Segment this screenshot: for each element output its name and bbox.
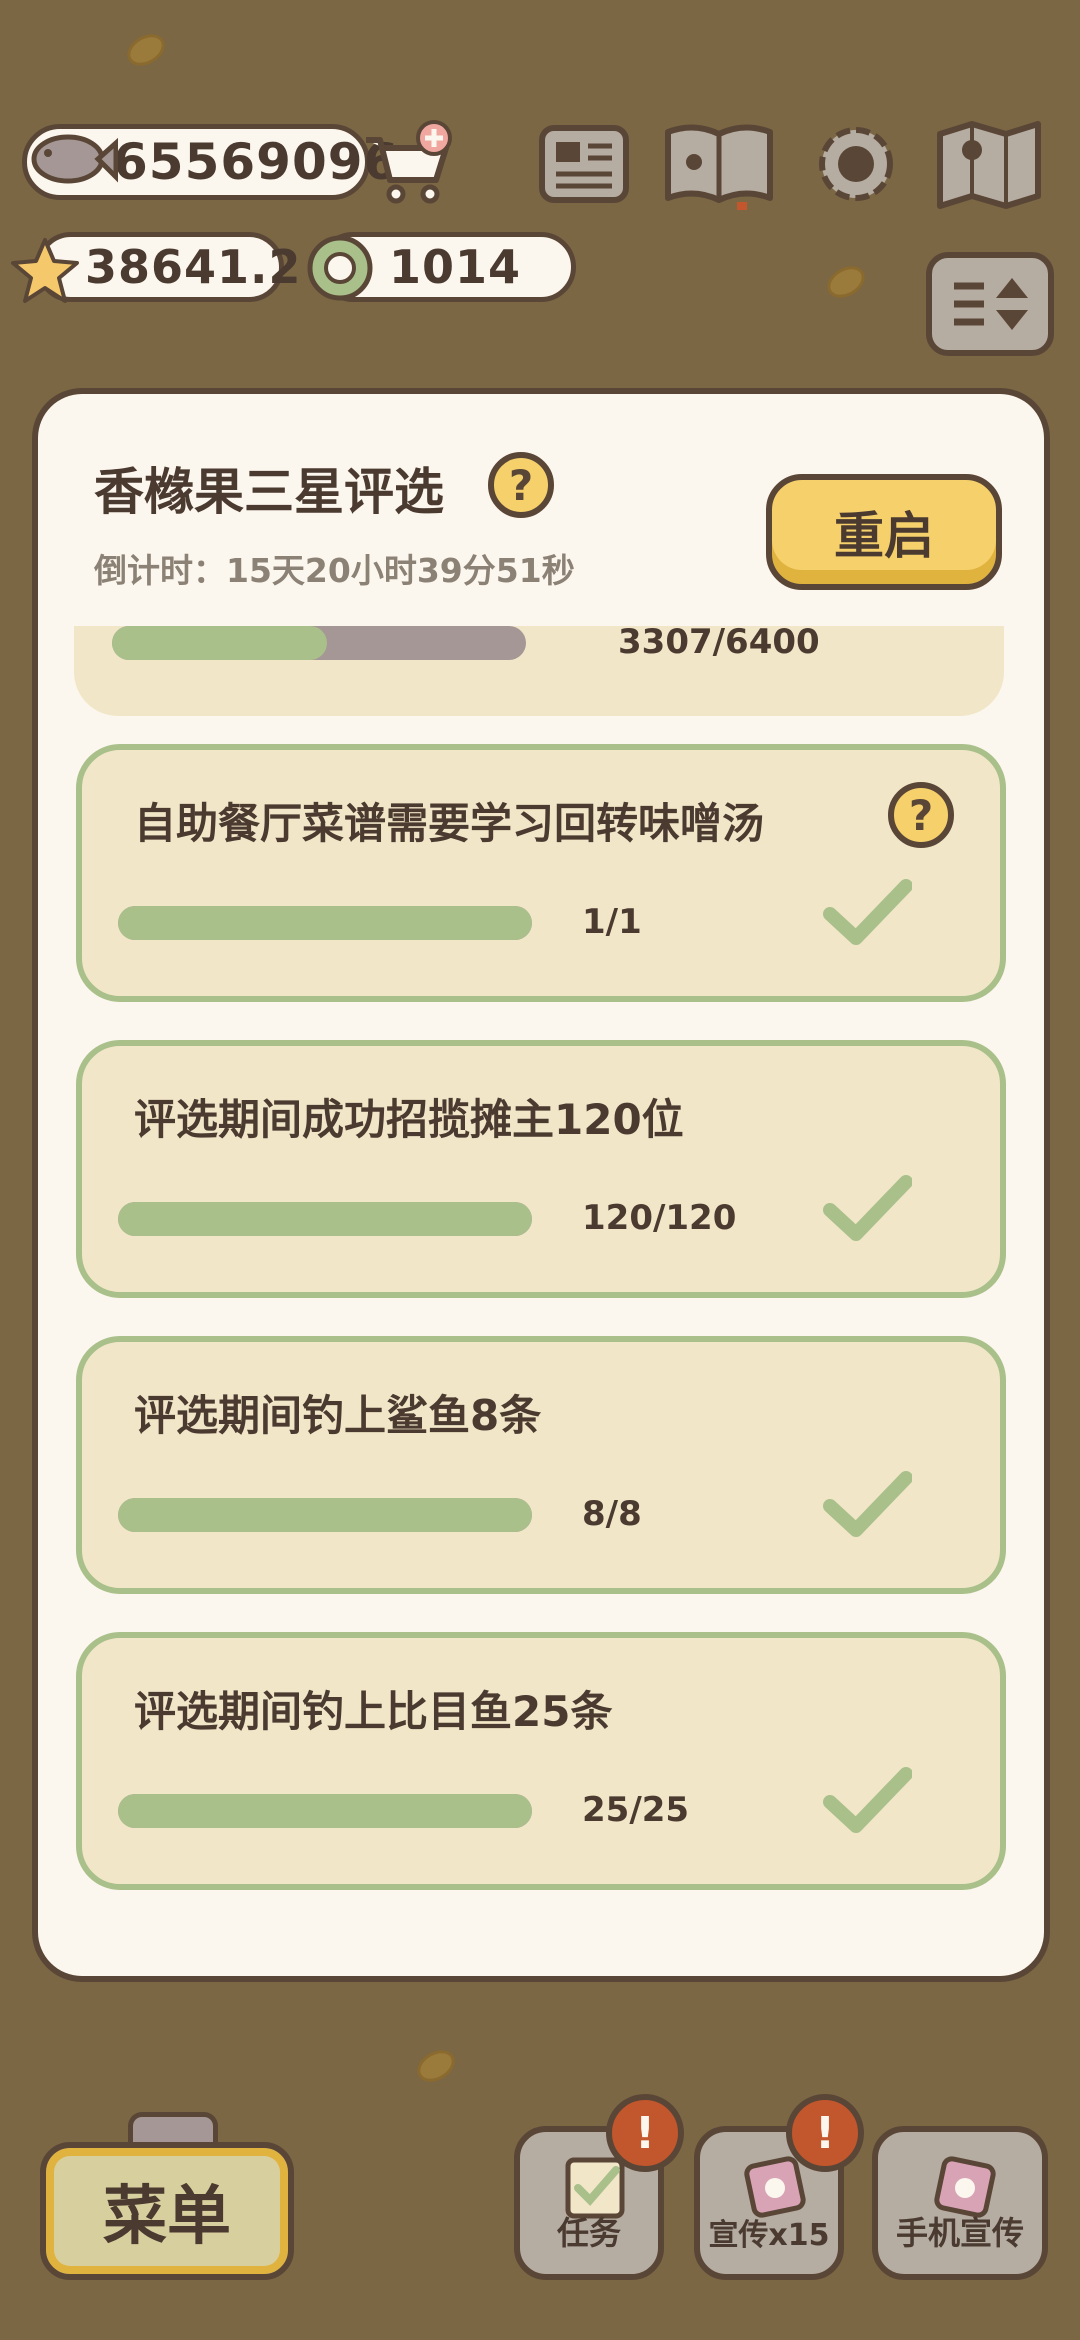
task-list[interactable]: 3307/6400 自助餐厅菜谱需要学习回转味噌汤 ? 1/1 评选期间成功招揽… xyxy=(38,626,1044,1976)
task-card-partial: 3307/6400 xyxy=(74,626,1004,716)
star-icon xyxy=(11,238,79,303)
task-title: 自助餐厅菜谱需要学习回转味噌汤 xyxy=(134,799,765,848)
map-icon[interactable] xyxy=(934,118,1044,210)
progress-fill xyxy=(112,626,328,660)
progress-text: 120/120 xyxy=(582,1198,737,1238)
progress-text: 3307/6400 xyxy=(618,626,820,662)
paw-book-icon[interactable] xyxy=(660,118,778,210)
task-card: 评选期间成功招揽摊主120位 120/120 xyxy=(76,1040,1006,1298)
swap-icon xyxy=(954,278,1028,330)
ring-icon xyxy=(307,235,373,301)
swap-button[interactable] xyxy=(926,252,1054,356)
ring-count: 1014 xyxy=(389,240,522,294)
progress-bar xyxy=(118,906,532,940)
phone-promo-button[interactable]: 手机宣传 xyxy=(872,2126,1048,2280)
fish-count: 65569096 xyxy=(113,133,400,191)
progress-bar xyxy=(118,1498,532,1532)
task-card: 评选期间钓上比目鱼25条 25/25 xyxy=(76,1632,1006,1890)
progress-fill xyxy=(118,1202,532,1236)
help-icon[interactable]: ? xyxy=(488,452,554,518)
alert-badge: ! xyxy=(786,2094,864,2172)
alert-badge: ! xyxy=(606,2094,684,2172)
help-icon[interactable]: ? xyxy=(888,782,954,848)
task-title: 评选期间成功招揽摊主120位 xyxy=(134,1095,684,1144)
progress-bar xyxy=(112,626,526,660)
restart-button[interactable]: 重启 xyxy=(766,474,1002,590)
promo-label: 宣传x15 xyxy=(708,2218,830,2253)
progress-text: 25/25 xyxy=(582,1790,690,1830)
progress-fill xyxy=(118,1498,532,1532)
check-icon xyxy=(823,1471,912,1537)
cart-plus-icon[interactable] xyxy=(360,118,460,208)
modal-title: 香橼果三星评选 xyxy=(94,463,444,521)
check-icon xyxy=(823,1175,912,1241)
progress-text: 1/1 xyxy=(582,902,642,942)
progress-bar xyxy=(118,1202,532,1236)
gear-icon[interactable] xyxy=(808,118,904,210)
check-icon xyxy=(823,879,912,945)
menu-button[interactable]: 菜单 xyxy=(40,2142,294,2280)
progress-fill xyxy=(118,1794,532,1828)
newspaper-icon[interactable] xyxy=(536,118,632,210)
phone-promo-label: 手机宣传 xyxy=(895,2214,1024,2252)
task-title: 评选期间钓上比目鱼25条 xyxy=(134,1687,613,1736)
evaluation-modal: 香橼果三星评选 ? 倒计时：15天20小时39分51秒 重启 3307/6400… xyxy=(38,394,1044,1976)
task-card: 评选期间钓上鲨鱼8条 8/8 xyxy=(76,1336,1006,1594)
star-count: 38641.2 xyxy=(85,240,302,294)
progress-bar xyxy=(118,1794,532,1828)
task-card: 自助餐厅菜谱需要学习回转味噌汤 ? 1/1 xyxy=(76,744,1006,1002)
tasks-label: 任务 xyxy=(556,2214,621,2252)
task-title: 评选期间钓上鲨鱼8条 xyxy=(134,1391,542,1440)
progress-text: 8/8 xyxy=(582,1494,642,1534)
check-icon xyxy=(823,1767,912,1833)
fish-icon xyxy=(31,134,118,184)
progress-fill xyxy=(118,906,532,940)
countdown-text: 倒计时：15天20小时39分51秒 xyxy=(94,551,575,590)
